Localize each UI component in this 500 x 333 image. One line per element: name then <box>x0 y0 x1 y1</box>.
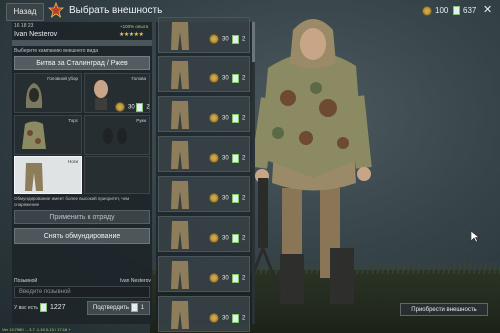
trousers-icon <box>171 261 189 289</box>
cape-icon <box>22 121 46 149</box>
ticket-icon <box>232 233 240 243</box>
campaign-select-button[interactable]: Битва за Сталинград / Ржев <box>14 56 150 70</box>
trousers-icon <box>171 221 189 249</box>
trousers-icon <box>171 101 189 129</box>
item-card[interactable]: 30 2 <box>158 17 250 53</box>
trousers-icon <box>171 301 189 329</box>
exp-bonus: +100% опыта <box>120 24 149 29</box>
item-card[interactable]: 30 2 <box>158 176 250 212</box>
trousers-icon <box>171 141 189 169</box>
coin-icon <box>209 193 219 203</box>
slot-label: Торс <box>68 118 78 123</box>
item-price: 30 2 <box>209 113 245 123</box>
ticket-icon <box>232 73 240 83</box>
close-icon[interactable]: ✕ <box>483 4 495 16</box>
item-card[interactable]: 30 2 <box>158 216 250 252</box>
callsign-label: Позывной <box>14 278 38 284</box>
have-label: У вас есть <box>14 305 39 311</box>
ticket-icon <box>130 302 138 312</box>
rating-stars: ★★★★★ <box>119 32 144 38</box>
star-icon <box>48 2 64 18</box>
player-name: Ivan Nesterov <box>14 31 58 38</box>
campaign-select-label: Выберите кампанию внешнего вида <box>14 48 98 54</box>
coin-icon <box>209 34 219 44</box>
coin-icon <box>209 313 219 323</box>
back-button[interactable]: Назад <box>6 3 44 21</box>
gloves-icon <box>103 128 127 144</box>
cursor-icon <box>471 231 479 242</box>
slot-label: Руки <box>136 118 146 123</box>
tickets-counter: 637 <box>453 4 476 18</box>
trousers-icon <box>171 61 189 89</box>
slot-head[interactable]: Голова 30 2 <box>84 73 150 113</box>
ticket-icon <box>232 273 240 283</box>
slot-label: Голова <box>131 76 146 81</box>
coin-icon <box>422 5 432 16</box>
slot-hands[interactable]: Руки <box>84 115 150 155</box>
purchase-appearance-button[interactable]: Приобрести внешность <box>400 303 488 316</box>
confirm-button[interactable]: Подтвердить 1 <box>87 301 150 315</box>
item-card[interactable]: 30 2 <box>158 96 250 132</box>
slot-empty <box>84 156 150 194</box>
ticket-icon <box>232 313 240 323</box>
soldier-model <box>244 19 372 304</box>
page-title: Выбрать внешность <box>69 5 163 16</box>
priority-note: Обмундирование имеет более высокий приор… <box>14 196 130 207</box>
apply-to-squad-button[interactable]: Применить к отряду <box>14 210 150 224</box>
item-card[interactable]: 30 2 <box>158 56 250 92</box>
item-price: 30 2 <box>209 153 245 163</box>
slot-torso[interactable]: Торс <box>14 115 82 155</box>
coins-counter: 100 <box>422 4 448 18</box>
coin-icon <box>209 273 219 283</box>
trousers-icon <box>171 181 189 209</box>
ticket-icon <box>232 113 240 123</box>
item-card[interactable]: 30 2 <box>158 256 250 292</box>
item-price: 30 2 <box>209 73 245 83</box>
ticket-icon <box>232 34 240 44</box>
coin-icon <box>209 153 219 163</box>
ticket-icon <box>136 102 144 112</box>
slot-headgear[interactable]: Головной убор <box>14 73 82 113</box>
ticket-icon <box>232 193 240 203</box>
slot-label: Головной убор <box>47 76 78 81</box>
coin-icon <box>115 102 125 112</box>
item-price: 30 2 <box>209 233 245 243</box>
item-price: 30 2 <box>209 313 245 323</box>
ticket-icon <box>232 153 240 163</box>
slot-label: Ноги <box>68 159 78 164</box>
trousers-icon <box>171 22 189 50</box>
coin-icon <box>209 73 219 83</box>
coin-icon <box>209 233 219 243</box>
hood-icon <box>25 83 43 108</box>
scrollbar-thumb[interactable] <box>252 22 255 62</box>
head-price: 30 2 <box>115 102 150 112</box>
have-value: 1227 <box>40 302 66 313</box>
ticket-icon <box>40 302 47 312</box>
head-icon <box>94 80 108 110</box>
item-price: 30 2 <box>209 193 245 203</box>
callsign-current: Ivan Nesterov <box>120 278 151 284</box>
remove-outfit-button[interactable]: Снять обмундирование <box>14 228 150 244</box>
debug-version-text: Ver 13:7980 ... 3.7 .1.19 0-13 / 17:16 + <box>2 327 71 332</box>
slot-legs[interactable]: Ноги <box>14 156 82 194</box>
callsign-input[interactable]: Введите позывной <box>14 286 150 298</box>
item-price: 30 2 <box>209 34 245 44</box>
coin-icon <box>209 113 219 123</box>
panel-header-strip <box>12 40 152 46</box>
trousers-icon <box>25 163 43 191</box>
item-price: 30 2 <box>209 273 245 283</box>
player-stats: 16 18 23 <box>14 23 34 29</box>
scrollbar-track[interactable] <box>252 22 255 324</box>
ticket-icon <box>453 6 460 16</box>
item-card[interactable]: 30 2 <box>158 296 250 332</box>
item-card[interactable]: 30 2 <box>158 136 250 172</box>
